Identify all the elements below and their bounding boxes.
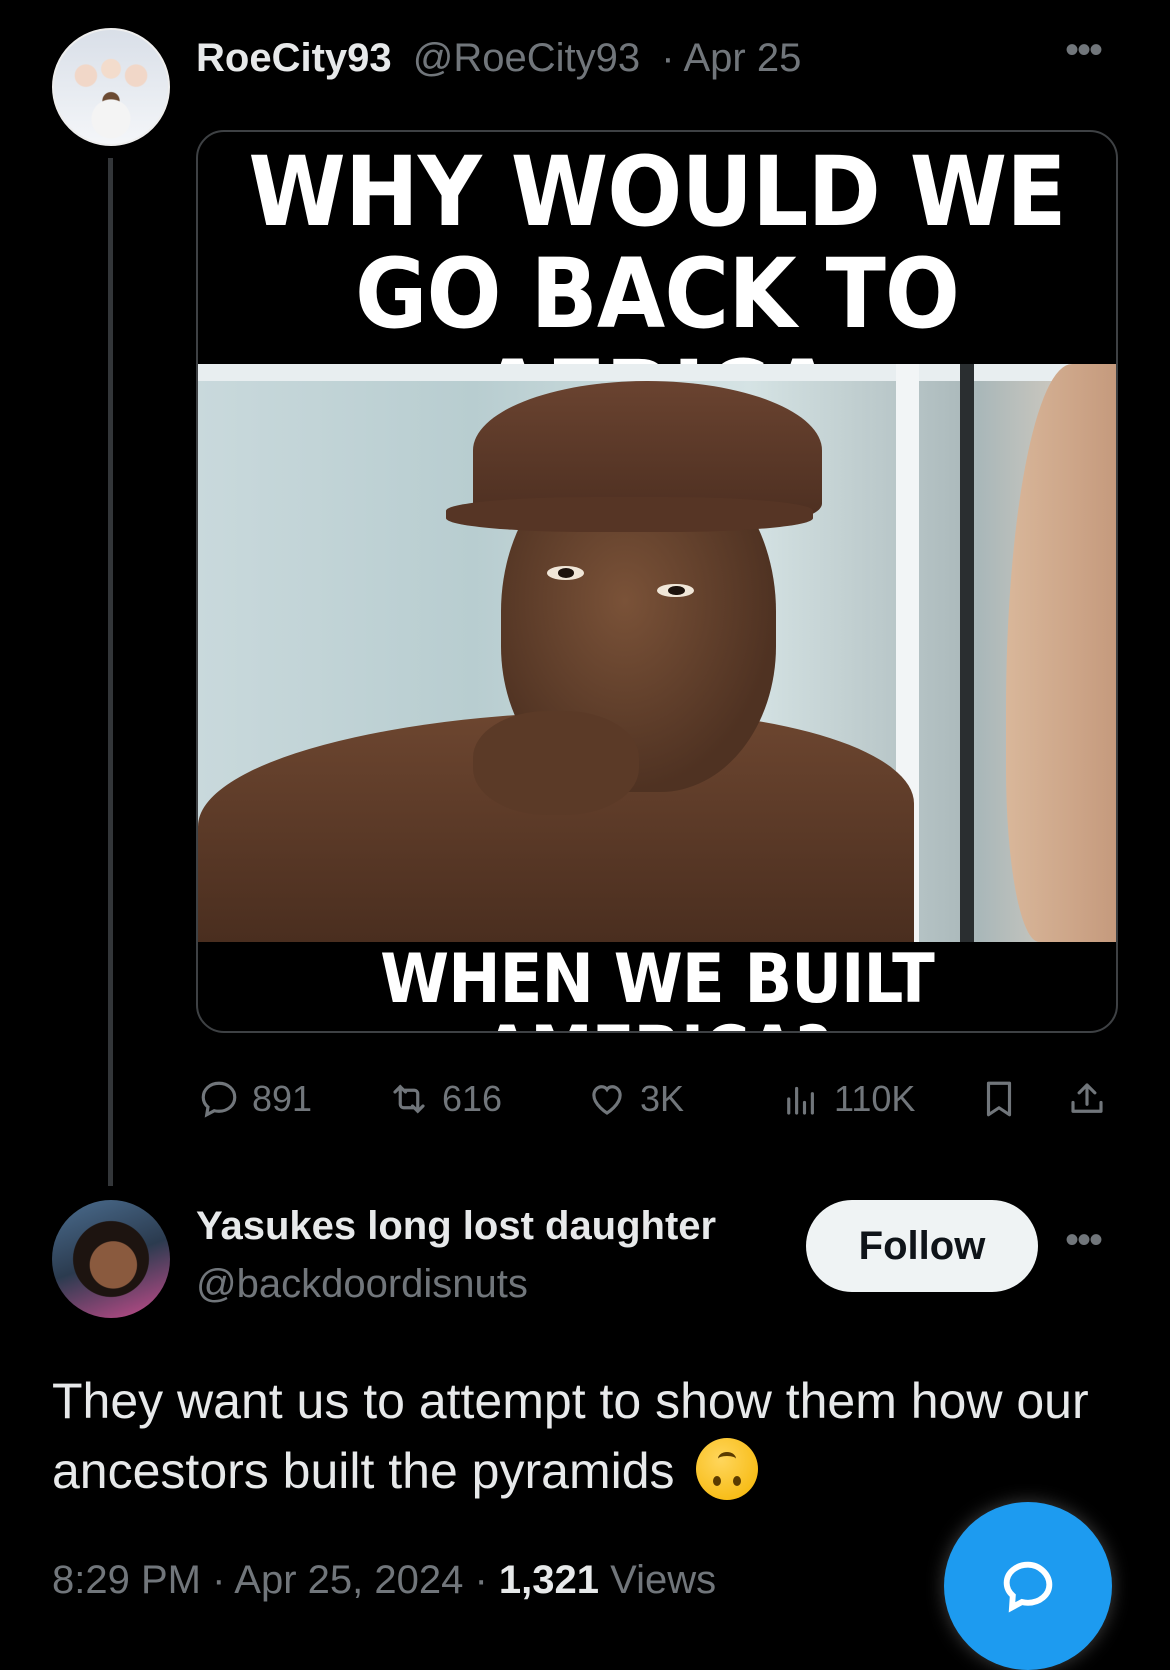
analytics-icon bbox=[787, 1086, 814, 1115]
more-options-icon[interactable]: ••• bbox=[1065, 1218, 1103, 1263]
tweet-image[interactable]: WHY WOULD WE GO BACK TO AFRICA WHEN WE B… bbox=[196, 130, 1118, 1033]
reply-icon bbox=[201, 1081, 237, 1118]
reply-timestamp[interactable]: 8:29 PM · Apr 25, 2024 · bbox=[52, 1558, 499, 1602]
repost-action[interactable]: 616 bbox=[388, 1078, 502, 1120]
reply-metadata: 8:29 PM · Apr 25, 2024 · 1,321 Views bbox=[52, 1558, 716, 1603]
bookmark-action[interactable] bbox=[978, 1078, 1020, 1120]
reply-views-count: 1,321 bbox=[498, 1558, 600, 1602]
share-icon bbox=[1071, 1083, 1103, 1113]
reply-views-label: Views bbox=[599, 1558, 717, 1602]
reply-author-handle[interactable]: @backdoordisnuts bbox=[196, 1262, 528, 1307]
tweet-date[interactable]: · Apr 25 bbox=[661, 36, 801, 80]
views-action[interactable]: 110K bbox=[780, 1078, 915, 1120]
more-options-icon[interactable]: ••• bbox=[1065, 28, 1103, 73]
meme-photo bbox=[198, 364, 1116, 942]
like-action[interactable]: 3K bbox=[586, 1078, 684, 1120]
avatar[interactable] bbox=[52, 28, 170, 146]
heart-icon bbox=[592, 1085, 622, 1115]
meme-bottom-text: WHEN WE BUILT AMERICA? bbox=[380, 940, 935, 1031]
author-name[interactable]: RoeCity93 bbox=[196, 36, 392, 80]
reply-author-name[interactable]: Yasukes long lost daughter bbox=[196, 1204, 716, 1249]
author-handle[interactable]: @RoeCity93 bbox=[413, 36, 640, 80]
like-count: 3K bbox=[640, 1078, 685, 1119]
repost-count: 616 bbox=[442, 1078, 503, 1119]
upside-down-face-icon bbox=[696, 1438, 759, 1500]
bookmark-icon bbox=[986, 1081, 1012, 1117]
repost-icon bbox=[393, 1084, 425, 1114]
compose-reply-button[interactable] bbox=[944, 1502, 1112, 1670]
thread-connector bbox=[108, 158, 113, 1186]
reply-icon bbox=[1003, 1561, 1053, 1613]
view-count: 110K bbox=[834, 1078, 916, 1119]
tweet-header: RoeCity93 @RoeCity93 · Apr 25 bbox=[196, 36, 801, 81]
follow-button[interactable]: Follow bbox=[806, 1200, 1038, 1292]
avatar[interactable] bbox=[52, 1200, 170, 1318]
reply-text: They want us to attempt to show them how… bbox=[52, 1373, 1089, 1499]
share-action[interactable] bbox=[1066, 1078, 1108, 1120]
reply-count: 891 bbox=[252, 1078, 313, 1119]
reply-body: They want us to attempt to show them how… bbox=[52, 1366, 1112, 1506]
reply-action[interactable]: 891 bbox=[198, 1078, 312, 1120]
